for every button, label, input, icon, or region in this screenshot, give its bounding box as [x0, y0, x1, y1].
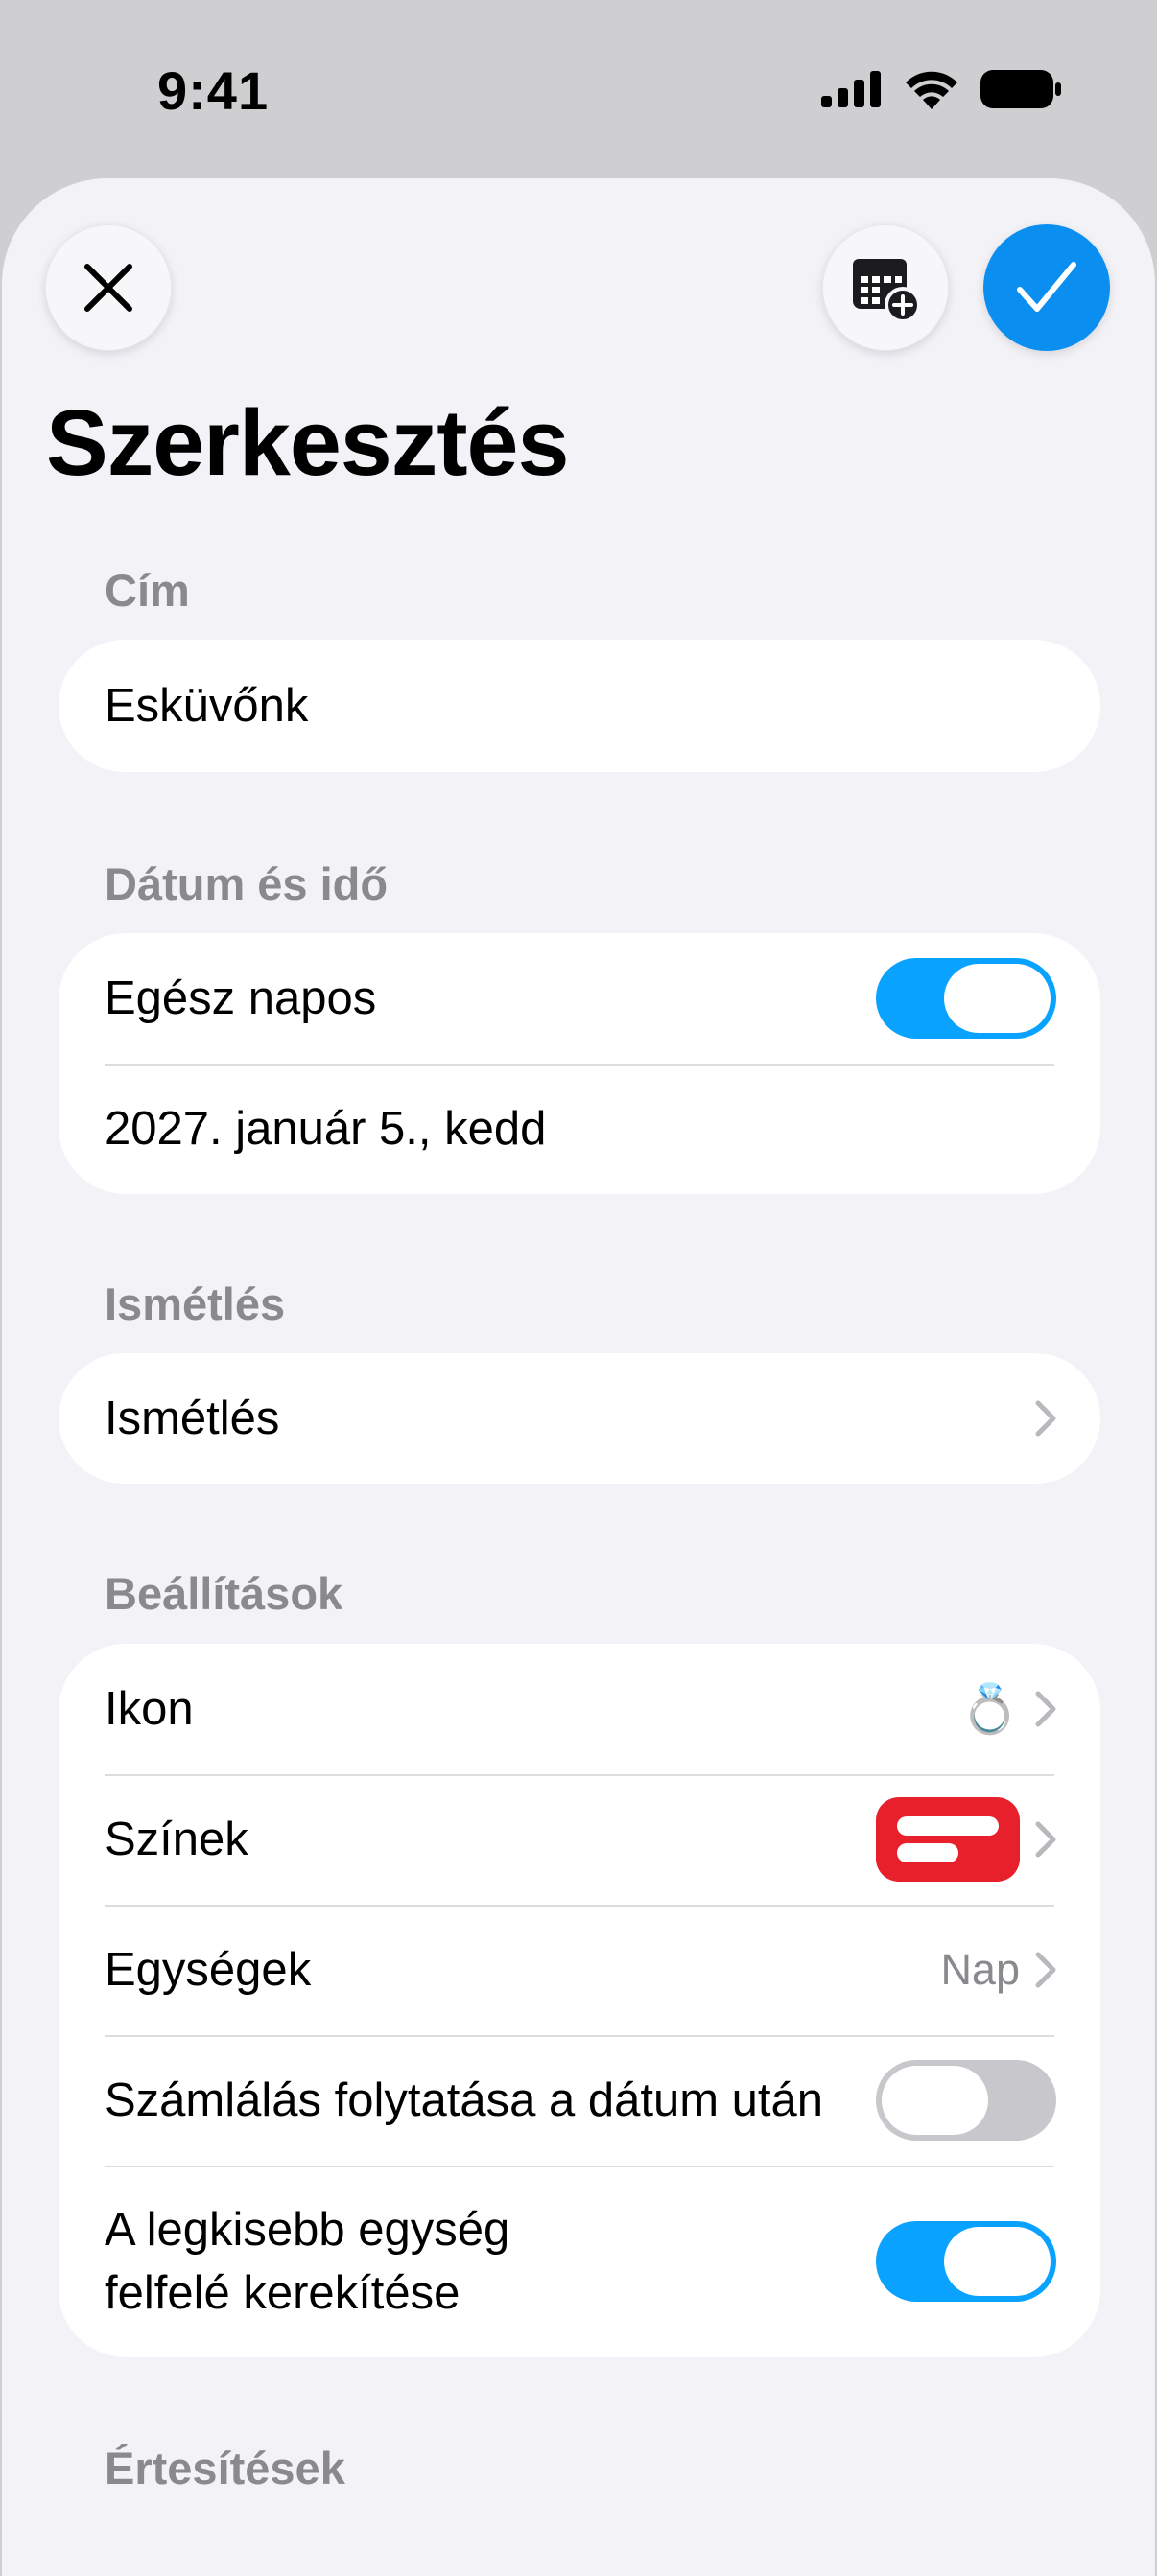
- units-label: Egységek: [105, 1943, 312, 1996]
- section-header-datetime: Dátum és idő: [105, 858, 389, 909]
- calendar-add-icon: [853, 259, 921, 323]
- battery-icon: [980, 70, 1061, 108]
- datetime-card: Egész napos 2027. január 5., kedd: [59, 933, 1100, 1194]
- round-up-row: A legkisebb egység felfelé kerekítése: [59, 2166, 1100, 2357]
- wifi-icon: [906, 71, 957, 109]
- section-header-repeat: Ismétlés: [105, 1278, 286, 1329]
- status-time: 9:41: [157, 60, 270, 121]
- confirm-button[interactable]: [983, 224, 1110, 351]
- icon-row[interactable]: Ikon 💍: [59, 1644, 1100, 1774]
- status-bar: 9:41: [0, 0, 1157, 177]
- section-header-settings: Beállítások: [105, 1568, 343, 1619]
- all-day-row: Egész napos: [59, 933, 1100, 1064]
- round-up-label-line2: felfelé kerekítése: [105, 2267, 460, 2319]
- repeat-row[interactable]: Ismétlés: [59, 1353, 1100, 1484]
- ring-icon: 💍: [959, 1682, 1020, 1736]
- title-field[interactable]: Esküvőnk: [59, 640, 1100, 772]
- count-after-row: Számlálás folytatása a dátum után: [59, 2035, 1100, 2166]
- chevron-right-icon: [1035, 1691, 1056, 1727]
- colors-row[interactable]: Színek: [59, 1774, 1100, 1905]
- add-to-calendar-button[interactable]: [822, 224, 949, 351]
- chevron-right-icon: [1035, 1821, 1056, 1858]
- icon-label: Ikon: [105, 1682, 194, 1735]
- date-value: 2027. január 5., kedd: [105, 1102, 547, 1155]
- settings-card: Ikon 💍 Színek Egységek Nap Számlálás fol…: [59, 1644, 1100, 2357]
- chevron-right-icon: [1035, 1952, 1056, 1988]
- close-icon: [84, 264, 132, 312]
- all-day-label: Egész napos: [105, 972, 377, 1024]
- close-button[interactable]: [45, 224, 172, 351]
- units-value: Nap: [940, 1945, 1020, 1994]
- section-header-notifications: Értesítések: [105, 2443, 345, 2494]
- round-up-label: A legkisebb egység felfelé kerekítése: [105, 2198, 876, 2325]
- date-row[interactable]: 2027. január 5., kedd: [59, 1064, 1100, 1194]
- title-card: Esküvőnk: [59, 640, 1100, 772]
- repeat-label: Ismétlés: [105, 1392, 280, 1444]
- chevron-right-icon: [1035, 1400, 1056, 1437]
- color-swatch: [876, 1797, 1020, 1882]
- all-day-toggle[interactable]: [876, 958, 1056, 1039]
- checkmark-icon: [1017, 262, 1076, 312]
- cellular-signal-icon: [821, 71, 881, 107]
- title-field-value: Esküvőnk: [105, 679, 309, 732]
- section-header-title: Cím: [105, 565, 190, 616]
- round-up-toggle[interactable]: [876, 2221, 1056, 2302]
- repeat-card: Ismétlés: [59, 1353, 1100, 1484]
- count-after-label: Számlálás folytatása a dátum után: [105, 2073, 824, 2126]
- status-icons: [821, 69, 1061, 109]
- units-row[interactable]: Egységek Nap: [59, 1905, 1100, 2035]
- colors-label: Színek: [105, 1813, 248, 1865]
- count-after-toggle[interactable]: [876, 2060, 1056, 2141]
- page-title: Szerkesztés: [46, 390, 569, 495]
- round-up-label-line1: A legkisebb egység: [105, 2203, 510, 2256]
- edit-sheet: Szerkesztés Cím Esküvőnk Dátum és idő Eg…: [2, 178, 1155, 2576]
